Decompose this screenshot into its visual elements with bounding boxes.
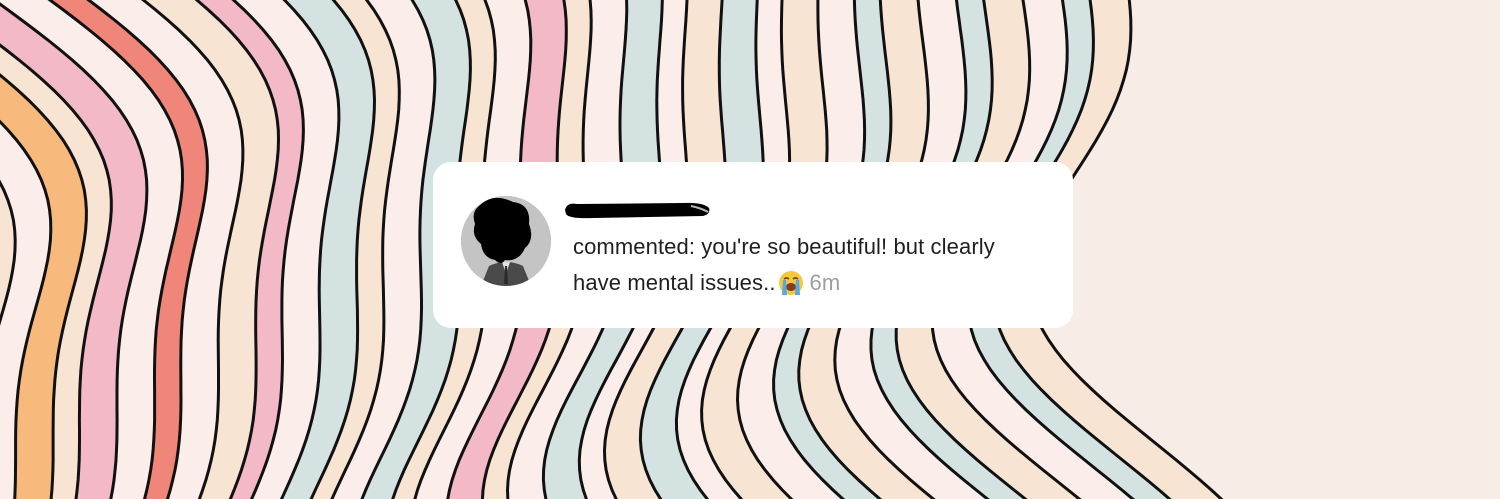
username[interactable]: redacted (563, 197, 713, 219)
loudly-crying-face-icon (778, 270, 804, 307)
timestamp: 6m (809, 270, 841, 295)
comment-line-1: commented: you're so beautiful! but clea… (573, 234, 995, 259)
comment-text: commented: you're so beautiful! but clea… (573, 229, 1063, 307)
comment-notification-card[interactable]: redacted commented: you're so beautiful!… (433, 162, 1073, 328)
username-redaction-scribble (565, 202, 710, 219)
avatar[interactable] (461, 196, 551, 286)
comment-line-2: have mental issues.. (573, 270, 776, 295)
